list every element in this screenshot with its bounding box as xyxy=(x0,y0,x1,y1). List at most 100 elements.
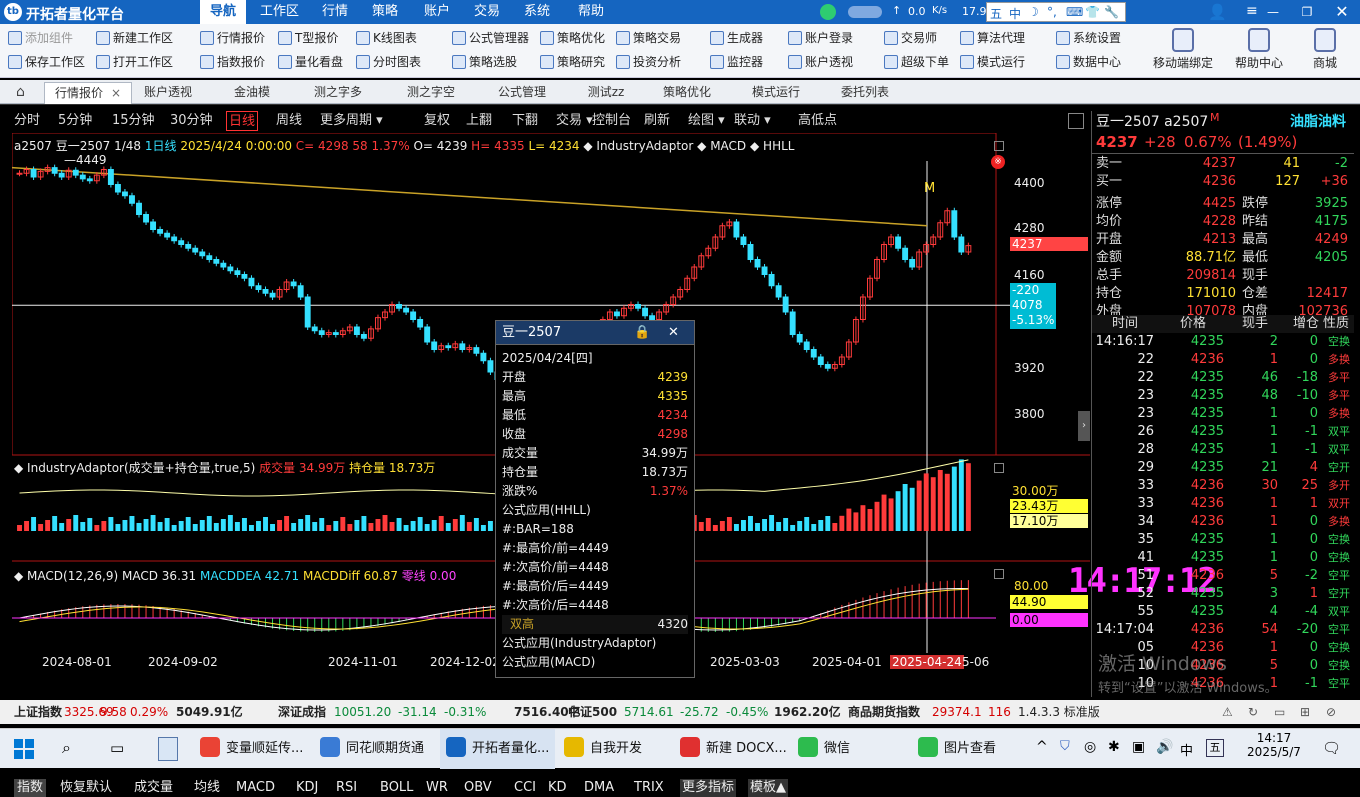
grid-icon[interactable]: ⊞ xyxy=(1300,700,1310,724)
toolbar-item-11-0[interactable]: 算法代理 xyxy=(960,28,1025,48)
indicator-tab-6[interactable]: RSI xyxy=(336,779,357,797)
volume-title[interactable]: ◆ IndustryAdaptor(成交量+持仓量,true,5) xyxy=(14,461,255,475)
period-button-0[interactable]: 分时 xyxy=(12,111,42,131)
tab-5[interactable]: 公式管理 xyxy=(484,82,560,104)
taskbar-app-5[interactable]: 微信 xyxy=(798,729,850,769)
ime-item-0[interactable]: 五 xyxy=(990,5,1002,22)
bluetooth-icon[interactable]: ✱ xyxy=(1108,739,1120,755)
tray-chevron-icon[interactable]: ^ xyxy=(1036,739,1048,755)
indicator-tab-14[interactable]: 更多指标 xyxy=(680,779,736,797)
quote-category[interactable]: 油脂油料 xyxy=(1290,113,1346,131)
display-icon[interactable]: ▣ xyxy=(1132,739,1145,755)
menu-0[interactable]: 导航 xyxy=(200,0,246,24)
indicator-tab-15[interactable]: 模板▲ xyxy=(748,779,788,797)
notification-icon[interactable]: 🗨 xyxy=(1322,739,1341,757)
toolbar-item-6-1[interactable]: 策略研究 xyxy=(540,52,605,72)
calculator-icon[interactable] xyxy=(158,737,178,761)
ime-item-1[interactable]: 中 xyxy=(1009,5,1021,22)
ime-item-3[interactable]: °, xyxy=(1047,5,1057,19)
indicator-tab-4[interactable]: MACD xyxy=(236,779,275,797)
status-item[interactable]: 上证指数 xyxy=(14,700,62,724)
period-button-6[interactable]: 更多周期 ▾ xyxy=(318,111,385,131)
chart-close-box[interactable] xyxy=(994,141,1004,151)
ind-macd[interactable]: ◆ MACD xyxy=(697,139,746,153)
toolbar-item-10-0[interactable]: 交易师 xyxy=(884,28,937,48)
taskbar-app-1[interactable]: 同花顺期货通 xyxy=(320,729,424,769)
toolbar-item-0-1[interactable]: 保存工作区 xyxy=(8,52,85,72)
task-view-icon[interactable]: ▭ xyxy=(110,739,124,757)
indicator-tab-2[interactable]: 成交量 xyxy=(134,779,173,797)
indicator-tab-11[interactable]: KD xyxy=(548,779,567,797)
toolbar-item-1-1[interactable]: 打开工作区 xyxy=(96,52,173,72)
window-icon[interactable]: ▭ xyxy=(1274,700,1285,724)
toolbar-item-7-0[interactable]: 策略交易 xyxy=(616,28,681,48)
tab-6[interactable]: 测试zz xyxy=(578,82,634,104)
toolbar-item-4-0[interactable]: K线图表 xyxy=(356,28,417,48)
period-button-11[interactable]: 控制台 xyxy=(590,111,633,131)
indicator-tab-12[interactable]: DMA xyxy=(584,779,614,797)
ind-hhll[interactable]: ◆ HHLL xyxy=(750,139,794,153)
restore-button[interactable]: ❐ xyxy=(1290,0,1324,24)
alert-icon[interactable]: ※ xyxy=(991,155,1005,169)
taskbar-app-4[interactable]: 新建 DOCX... xyxy=(680,729,787,769)
period-button-4[interactable]: 日线 xyxy=(226,111,258,131)
home-icon[interactable]: ⌂ xyxy=(16,84,25,100)
toolbar-item-5-0[interactable]: 公式管理器 xyxy=(452,28,529,48)
ime-item-5[interactable]: 👕 xyxy=(1085,5,1100,19)
toolbar-item-3-1[interactable]: 量化看盘 xyxy=(278,52,343,72)
search-icon[interactable]: ⌕ xyxy=(62,738,71,758)
toolbar-item-1-0[interactable]: 新建工作区 xyxy=(96,28,173,48)
status-item[interactable]: 深证成指 xyxy=(278,700,326,724)
period-button-2[interactable]: 15分钟 xyxy=(110,111,157,131)
indicator-tab-9[interactable]: OBV xyxy=(464,779,492,797)
toolbar-item-3-0[interactable]: T型报价 xyxy=(278,28,338,48)
lock-icon[interactable]: 🔒 xyxy=(634,321,650,345)
period-button-3[interactable]: 30分钟 xyxy=(168,111,215,131)
tab-9[interactable]: 委托列表 xyxy=(830,82,900,104)
toolbar-item-7-1[interactable]: 投资分析 xyxy=(616,52,681,72)
toolbar-item-4-1[interactable]: 分时图表 xyxy=(356,52,421,72)
period-button-12[interactable]: 刷新 xyxy=(642,111,672,131)
period-button-15[interactable]: 高低点 xyxy=(796,111,839,131)
tab-1[interactable]: 账户透视 xyxy=(132,82,204,104)
taskbar-app-0[interactable]: 变量顺延传... xyxy=(200,729,303,769)
ime-toolbar[interactable]: 五中☽°,⌨👕🔧 xyxy=(986,2,1126,22)
popup-close-icon[interactable]: ✕ xyxy=(668,321,679,345)
big-button-2[interactable]: 商城 xyxy=(1290,26,1360,76)
tab-0[interactable]: 行情报价× xyxy=(44,82,132,104)
taskbar-app-3[interactable]: 自我开发 xyxy=(564,729,642,769)
minimize-button[interactable]: — xyxy=(1256,0,1290,24)
taskbar-app-2[interactable]: 开拓者量化... xyxy=(440,729,555,769)
menu-3[interactable]: 策略 xyxy=(362,0,408,24)
taskbar-lang[interactable]: 中 xyxy=(1180,740,1193,759)
windows-start-icon[interactable] xyxy=(14,739,34,759)
period-button-13[interactable]: 绘图 ▾ xyxy=(686,111,727,131)
ime-item-6[interactable]: 🔧 xyxy=(1104,5,1119,19)
taskbar-clock[interactable]: 14:17 2025/5/7 xyxy=(1244,731,1304,759)
menu-2[interactable]: 行情 xyxy=(312,0,358,24)
toolbar-item-10-1[interactable]: 超级下单 xyxy=(884,52,949,72)
indicator-tab-13[interactable]: TRIX xyxy=(634,779,664,797)
toolbar-item-2-1[interactable]: 指数报价 xyxy=(200,52,265,72)
period-button-7[interactable]: 复权 xyxy=(422,111,452,131)
volume-panel-close-box[interactable] xyxy=(994,463,1004,473)
toolbar-item-11-1[interactable]: 模式运行 xyxy=(960,52,1025,72)
tab-7[interactable]: 策略优化 xyxy=(652,82,722,104)
macd-title[interactable]: ◆ MACD(12,26,9) xyxy=(14,569,118,583)
tab-4[interactable]: 测之字空 xyxy=(392,82,470,104)
tab-3[interactable]: 测之字多 xyxy=(300,82,376,104)
ind-industry[interactable]: ◆ IndustryAdaptor xyxy=(583,139,693,153)
indicator-tab-8[interactable]: WR xyxy=(426,779,448,797)
period-button-14[interactable]: 联动 ▾ xyxy=(732,111,773,131)
status-item[interactable]: 中证500 xyxy=(568,700,617,724)
ime-item-4[interactable]: ⌨ xyxy=(1066,5,1083,19)
tab-2[interactable]: 金油模 xyxy=(222,82,282,104)
indicator-tab-5[interactable]: KDJ xyxy=(296,779,318,797)
scroll-right-arrow-icon[interactable]: › xyxy=(1078,411,1090,441)
panel-expand-icon[interactable] xyxy=(1068,113,1084,129)
toolbar-item-2-0[interactable]: 行情报价 xyxy=(200,28,265,48)
toolbar-item-12-1[interactable]: 数据中心 xyxy=(1056,52,1121,72)
period-button-5[interactable]: 周线 xyxy=(274,111,304,131)
toolbar-item-8-0[interactable]: 生成器 xyxy=(710,28,763,48)
toolbar-item-8-1[interactable]: 监控器 xyxy=(710,52,763,72)
